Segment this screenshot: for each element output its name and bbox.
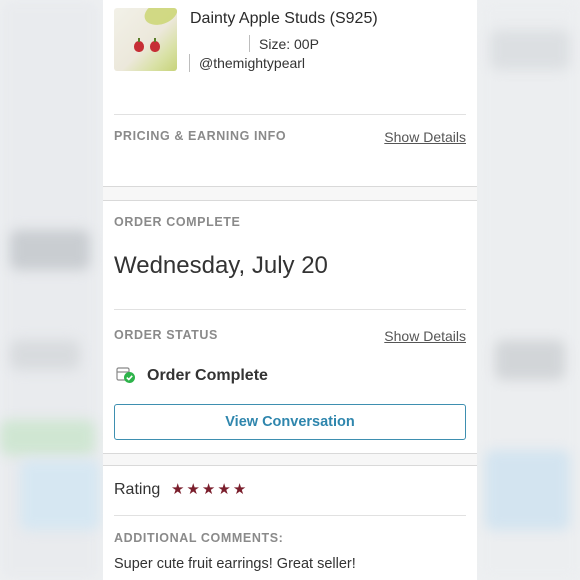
pricing-label: PRICING & EARNING INFO [114,129,287,143]
divider [114,114,466,115]
leaf-decoration [141,8,177,30]
divider [249,35,250,52]
order-status-text: Order Complete [147,367,268,384]
item-size: Size: 00P [259,36,319,52]
section-divider [103,200,477,201]
item-title[interactable]: Dainty Apple Studs (S925) [190,10,378,28]
rating-stars: ★★★★★ [171,480,248,498]
star-icon: ★ [171,481,186,498]
additional-comments-label: ADDITIONAL COMMENTS: [114,531,284,545]
section-gap [103,454,477,465]
divider [114,309,466,310]
apple-earring-icon [134,38,144,52]
rating-label: Rating [114,481,161,498]
divider [189,54,190,72]
divider [114,515,466,516]
order-detail-card: Dainty Apple Studs (S925) Size: 00P @the… [103,0,477,580]
star-icon: ★ [201,481,217,498]
order-status-show-details-link[interactable]: Show Details [384,328,466,344]
order-complete-date: Wednesday, July 20 [114,252,328,279]
section-gap [103,187,477,200]
comment-text: Super cute fruit earrings! Great seller! [114,556,356,572]
pricing-show-details-link[interactable]: Show Details [384,129,466,145]
item-thumbnail[interactable] [114,8,177,71]
order-complete-label: ORDER COMPLETE [114,215,241,229]
star-icon: ★ [186,481,201,498]
star-icon: ★ [232,481,248,498]
order-status-label: ORDER STATUS [114,328,218,342]
view-conversation-button[interactable]: View Conversation [114,404,466,440]
star-icon: ★ [217,481,232,498]
apple-earring-icon [150,38,160,52]
seller-handle[interactable]: @themightypearl [199,55,305,71]
section-divider [103,465,477,466]
package-check-icon [116,367,135,383]
